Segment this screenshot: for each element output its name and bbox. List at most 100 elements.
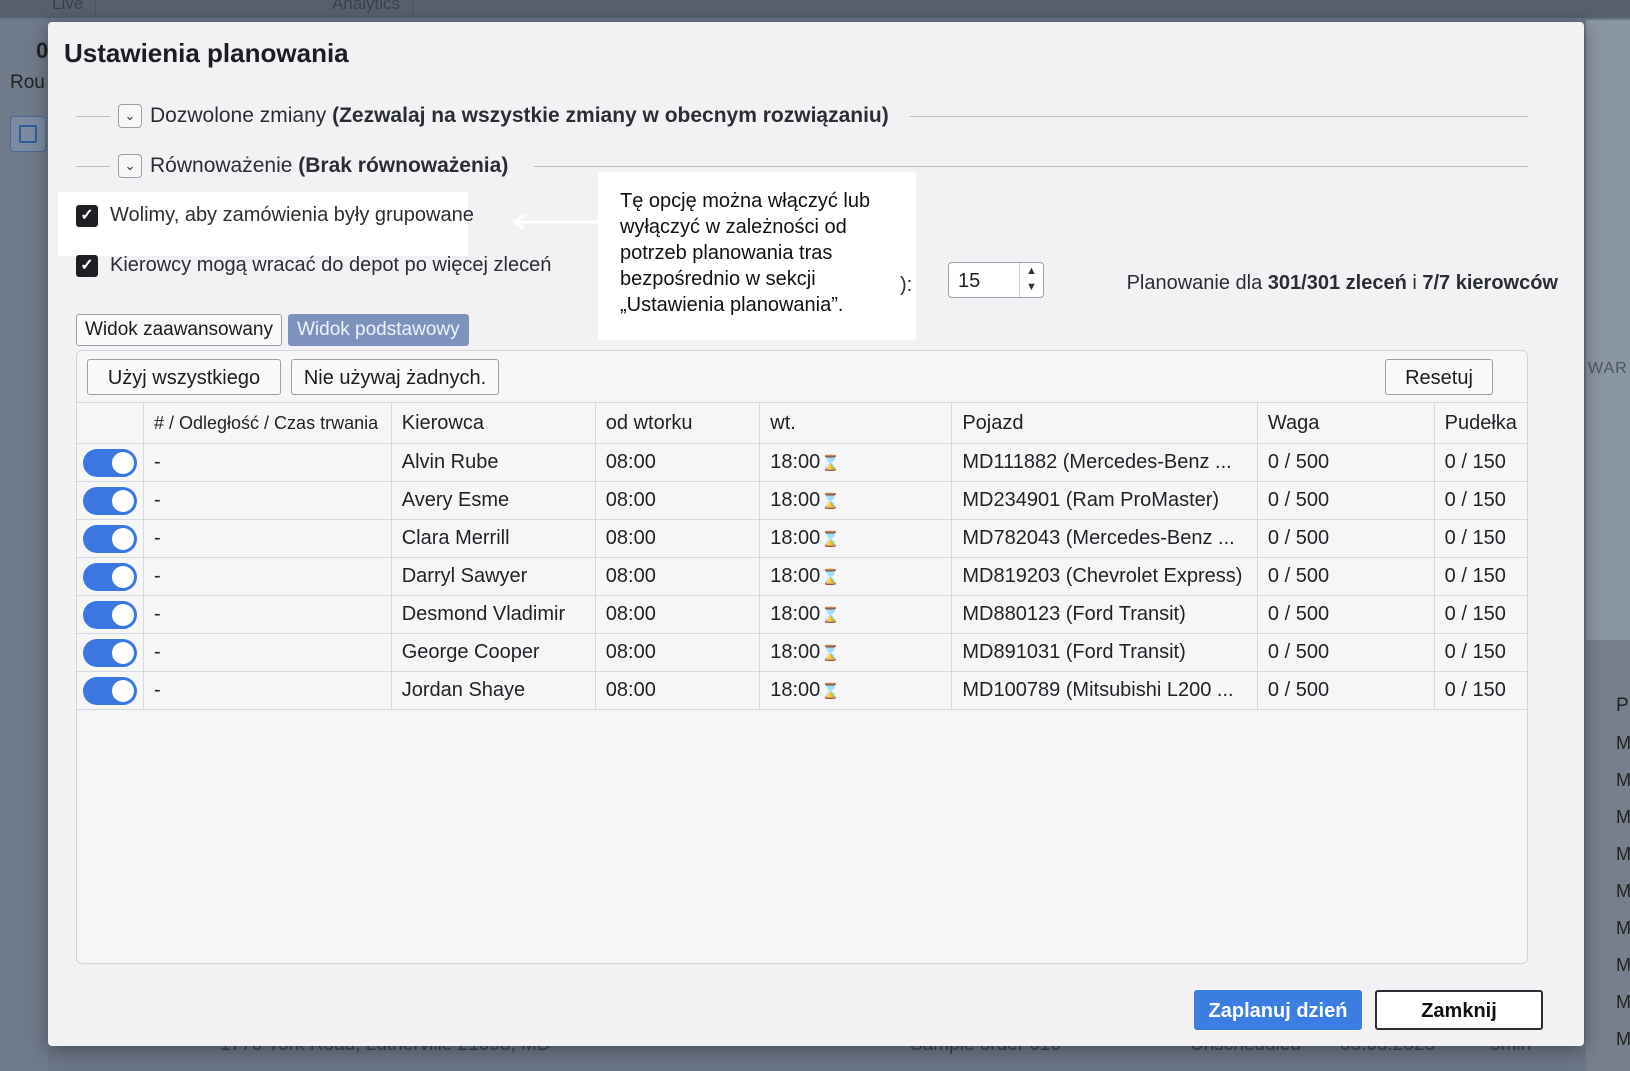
vehicle-cell[interactable]: MD100789 (Mitsubishi L200 ... [951,671,1258,710]
number-stepper[interactable]: 15 ▲ ▼ [948,262,1044,298]
end-time-cell[interactable]: 18:00⌛ [759,481,952,520]
column-header-vehicle[interactable]: Pojazd [951,402,1258,444]
distance-cell: - [143,519,392,558]
hourglass-icon: ⌛ [821,531,840,548]
vehicle-cell[interactable]: MD234901 (Ram ProMaster) [951,481,1258,520]
driver-enabled-toggle[interactable] [83,638,137,667]
background-left-panel [0,20,48,1071]
table-row: - Darryl Sawyer 08:00 18:00⌛ MD819203 (C… [77,557,1527,596]
vehicle-cell[interactable]: MD880123 (Ford Transit) [951,595,1258,634]
hourglass-icon: ⌛ [821,569,840,586]
driver-cell: Jordan Shaye [390,671,596,710]
driver-cell: Clara Merrill [390,519,596,558]
background-cell: M [1616,955,1630,975]
toggle-column-header [77,402,144,444]
vehicle-cell[interactable]: MD782043 (Mercedes-Benz ... [951,519,1258,558]
tab-advanced-view[interactable]: Widok zaawansowany [76,314,282,346]
weight-cell: 0 / 500 [1256,671,1435,710]
weight-cell: 0 / 500 [1256,595,1435,634]
table-row: - Desmond Vladimir 08:00 18:00⌛ MD880123… [77,595,1527,634]
reset-button[interactable]: Resetuj [1385,359,1493,395]
end-time-value: 18:00 [770,527,821,549]
background-copy-button [10,116,46,152]
start-time-cell[interactable]: 08:00 [594,481,760,520]
copy-icon [19,125,37,143]
hourglass-icon: ⌛ [821,607,840,624]
column-header-from[interactable]: od wtorku [594,402,760,444]
weight-cell: 0 / 500 [1256,557,1435,596]
start-time-cell[interactable]: 08:00 [594,519,760,558]
driver-cell: Desmond Vladimir [390,595,596,634]
close-button[interactable]: Zamknij [1375,990,1543,1030]
end-time-cell[interactable]: 18:00⌛ [759,633,952,672]
table-row: - Avery Esme 08:00 18:00⌛ MD234901 (Ram … [77,481,1527,520]
balancing-label: Równoważenie [150,154,293,177]
hourglass-icon: ⌛ [821,455,840,472]
allowed-changes-section[interactable]: ⌄ Dozwolone zmiany (Zezwalaj na wszystki… [76,102,1528,130]
end-time-cell[interactable]: 18:00⌛ [759,595,952,634]
dialog-title: Ustawienia planowania [64,38,349,68]
chevron-down-icon[interactable]: ⌄ [118,104,142,128]
column-header-boxes[interactable]: Pudełka [1433,402,1527,444]
stepper-arrows-icon[interactable]: ▲ ▼ [1019,263,1043,297]
use-none-button[interactable]: Nie używaj żadnych. [291,359,499,395]
planning-settings-dialog: Ustawienia planowania ⌄ Dozwolone zmiany… [48,22,1584,1046]
end-time-cell[interactable]: 18:00⌛ [759,671,952,710]
start-time-cell[interactable]: 08:00 [594,557,760,596]
weight-cell: 0 / 500 [1256,633,1435,672]
end-time-cell[interactable]: 18:00⌛ [759,443,952,482]
boxes-cell: 0 / 150 [1433,671,1527,710]
start-time-cell[interactable]: 08:00 [594,671,760,710]
hourglass-icon: ⌛ [821,493,840,510]
column-header-to[interactable]: wt. [759,402,952,444]
number-stepper-value[interactable]: 15 [958,270,980,293]
driver-enabled-toggle[interactable] [83,524,137,553]
vehicle-cell[interactable]: MD819203 (Chevrolet Express) [951,557,1258,596]
row-toggle-cell [77,481,144,520]
vehicle-cell[interactable]: MD111882 (Mercedes-Benz ... [951,443,1258,482]
background-cell: M [1616,881,1630,901]
background-tab-live: Live [40,0,97,16]
planning-summary-connector: i [1412,272,1417,294]
driver-enabled-toggle[interactable] [83,676,137,705]
driver-enabled-toggle[interactable] [83,486,137,515]
vehicle-cell[interactable]: MD891031 (Ford Transit) [951,633,1258,672]
driver-enabled-toggle[interactable] [83,562,137,591]
boxes-cell: 0 / 150 [1433,557,1527,596]
driver-enabled-toggle[interactable] [83,448,137,477]
start-time-cell[interactable]: 08:00 [594,633,760,672]
group-orders-option[interactable]: ✓ Wolimy, aby zamówienia były grupowane [76,204,474,227]
end-time-value: 18:00 [770,679,821,701]
plan-day-button[interactable]: Zaplanuj dzień [1194,990,1362,1030]
row-toggle-cell [77,443,144,482]
column-header-distance[interactable]: # / Odległość / Czas trwania [143,402,392,444]
background-cell: M [1616,1029,1630,1049]
end-time-value: 18:00 [770,489,821,511]
allowed-changes-legend[interactable]: Dozwolone zmiany (Zezwalaj na wszystkie … [150,102,889,130]
column-header-weight[interactable]: Waga [1256,402,1435,444]
chevron-down-icon[interactable]: ⌄ [118,154,142,178]
return-to-depot-option[interactable]: ✓ Kierowcy mogą wracać do depot po więce… [76,254,551,277]
start-time-cell[interactable]: 08:00 [594,443,760,482]
view-tabs: Widok zaawansowany Widok podstawowy [76,314,469,346]
hourglass-icon: ⌛ [821,645,840,662]
checkmark-icon[interactable]: ✓ [76,254,98,277]
distance-cell: - [143,557,392,596]
end-time-cell[interactable]: 18:00⌛ [759,519,952,558]
column-header-driver[interactable]: Kierowca [390,402,596,444]
weight-cell: 0 / 500 [1256,443,1435,482]
balancing-legend[interactable]: Równoważenie (Brak równoważenia) [150,152,508,180]
drivers-panel: Użyj wszystkiego Nie używaj żadnych. Res… [76,350,1528,964]
use-all-button[interactable]: Użyj wszystkiego [87,359,281,395]
tooltip-callout: Tę opcję można włączyć lub wyłączyć w za… [598,172,916,340]
boxes-cell: 0 / 150 [1433,633,1527,672]
checkmark-icon[interactable]: ✓ [76,204,98,227]
driver-enabled-toggle[interactable] [83,600,137,629]
start-time-cell[interactable]: 08:00 [594,595,760,634]
background-cell: M [1616,918,1630,938]
weight-cell: 0 / 500 [1256,519,1435,558]
background-map-label: WAR [1588,360,1628,377]
tab-basic-view[interactable]: Widok podstawowy [287,314,469,346]
driver-cell: Avery Esme [390,481,596,520]
end-time-cell[interactable]: 18:00⌛ [759,557,952,596]
